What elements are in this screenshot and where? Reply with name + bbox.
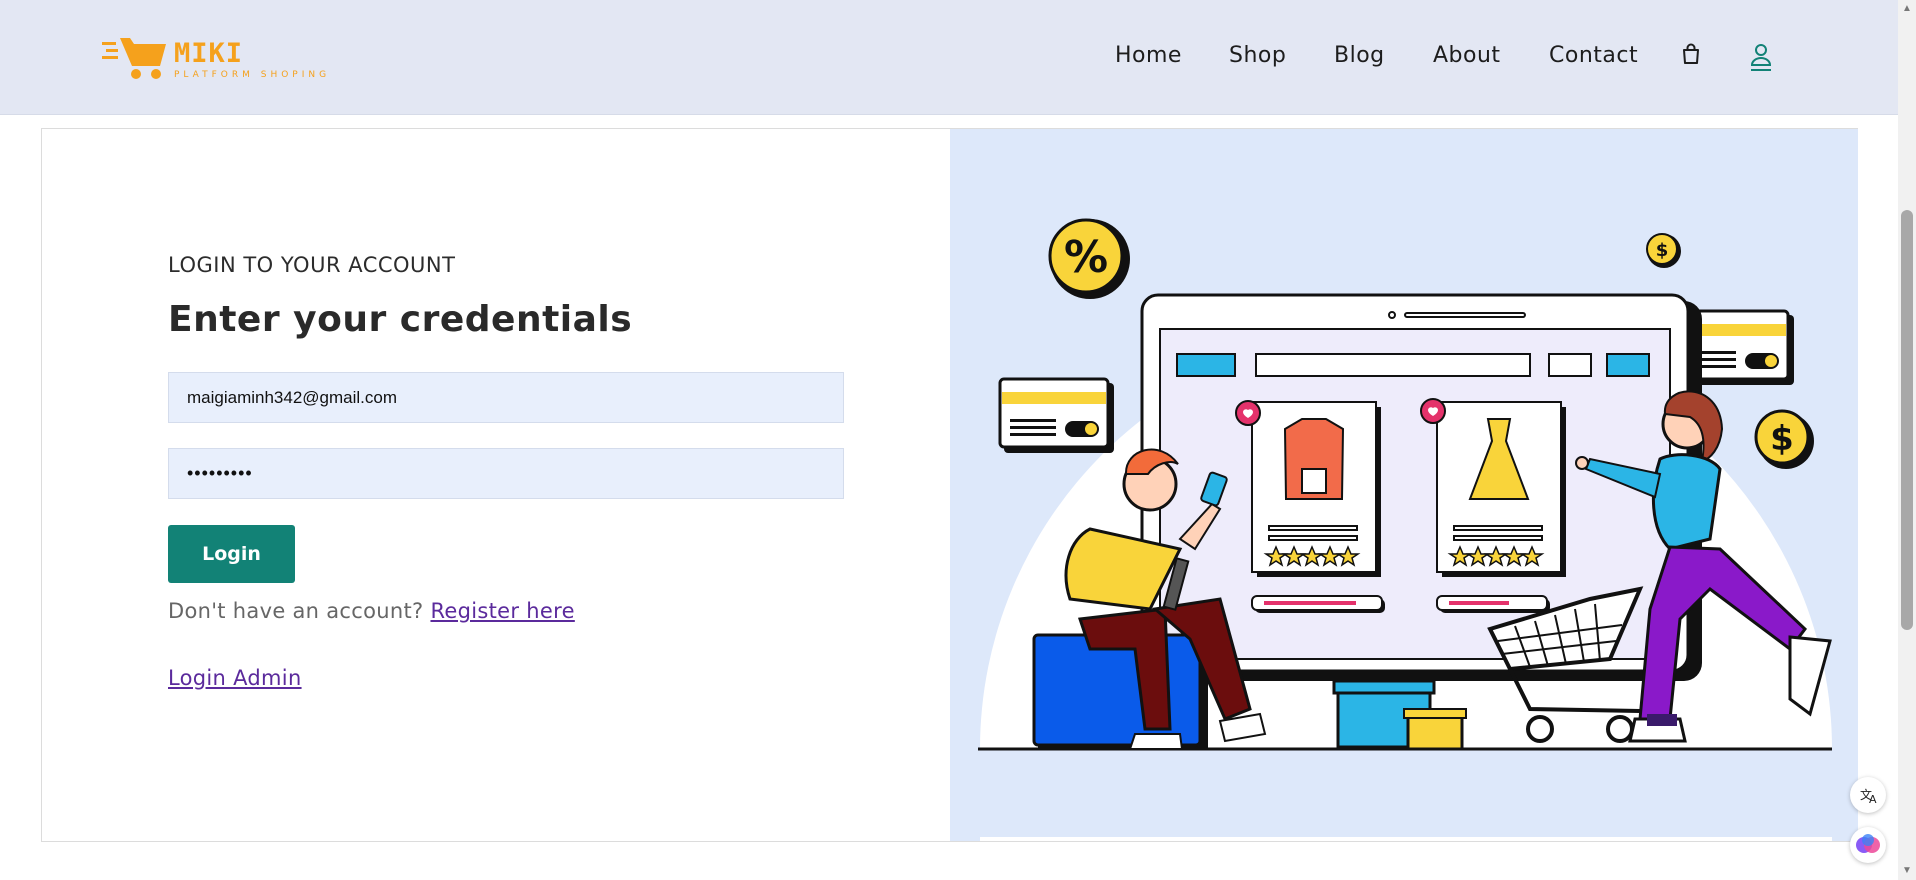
- vertical-scrollbar[interactable]: ▲ ▼: [1898, 0, 1916, 880]
- site-logo[interactable]: MIKI PLATFORM SHOPING: [102, 34, 326, 84]
- dollar-coin-small-icon: $: [1646, 233, 1681, 268]
- shopping-bag-icon[interactable]: [1680, 42, 1708, 72]
- login-card: LOGIN TO YOUR ACCOUNT Enter your credent…: [41, 128, 1858, 842]
- cart-logo-icon: [102, 38, 166, 79]
- site-header: MIKI PLATFORM SHOPING Home Shop Blog Abo…: [0, 0, 1898, 115]
- login-panel: LOGIN TO YOUR ACCOUNT Enter your credent…: [42, 129, 950, 841]
- nav-contact[interactable]: Contact: [1549, 38, 1638, 74]
- register-line: Don't have an account? Register here: [168, 599, 575, 623]
- logo-tagline: PLATFORM SHOPING: [174, 70, 331, 80]
- credit-card-left-icon: [998, 377, 1114, 453]
- email-field[interactable]: [168, 372, 844, 423]
- login-button[interactable]: Login: [168, 525, 295, 583]
- nav-about[interactable]: About: [1433, 38, 1501, 74]
- svg-text:$: $: [1656, 240, 1669, 261]
- svg-text:$: $: [1770, 419, 1794, 459]
- shopping-illustration: % $ $: [978, 218, 1832, 841]
- page: MIKI PLATFORM SHOPING Home Shop Blog Abo…: [0, 0, 1898, 880]
- nav-shop[interactable]: Shop: [1229, 38, 1286, 74]
- login-eyebrow: LOGIN TO YOUR ACCOUNT: [168, 253, 456, 277]
- dollar-coin-large-icon: $: [1754, 409, 1814, 469]
- translate-icon[interactable]: 文 A: [1850, 777, 1886, 813]
- register-prompt: Don't have an account?: [168, 599, 424, 623]
- scroll-up-arrow-icon[interactable]: ▲: [1898, 0, 1916, 18]
- nav-blog[interactable]: Blog: [1334, 38, 1385, 74]
- page-title: Enter your credentials: [168, 299, 633, 340]
- scroll-thumb[interactable]: [1901, 210, 1913, 630]
- register-link[interactable]: Register here: [430, 599, 574, 623]
- scroll-down-arrow-icon[interactable]: ▼: [1898, 862, 1916, 880]
- percent-coin-icon: %: [1048, 218, 1130, 299]
- password-field[interactable]: [168, 448, 844, 499]
- illustration-panel: % $ $: [950, 129, 1858, 841]
- svg-text:A: A: [1869, 793, 1877, 806]
- svg-text:%: %: [1064, 232, 1108, 283]
- login-admin-link[interactable]: Login Admin: [168, 666, 302, 690]
- nav-home[interactable]: Home: [1115, 38, 1182, 74]
- logo-name: MIKI: [174, 38, 244, 69]
- ai-assistant-icon[interactable]: [1850, 827, 1886, 863]
- user-icon[interactable]: [1749, 42, 1777, 72]
